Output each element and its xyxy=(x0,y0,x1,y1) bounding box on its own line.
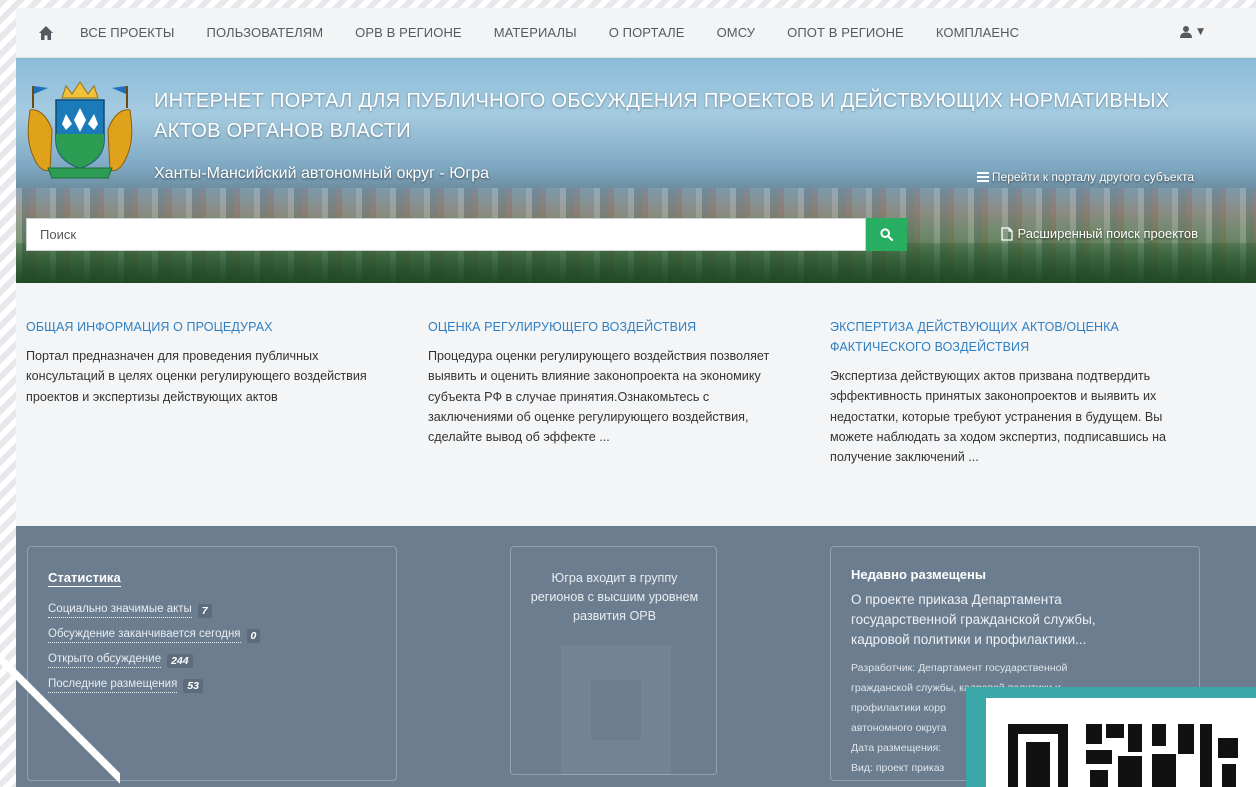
coat-of-arms-logo xyxy=(27,81,133,179)
nav-item-about[interactable]: О ПОРТАЛЕ xyxy=(609,25,685,40)
developer-line: Разработчик: Департамент государственной xyxy=(851,662,1068,674)
recent-project-link[interactable]: О проекте приказа Департамента государст… xyxy=(851,590,1151,650)
info-text-expertise: Экспертиза действующих актов призвана по… xyxy=(830,369,1167,465)
user-icon xyxy=(1180,26,1193,38)
home-icon[interactable] xyxy=(38,25,54,41)
qr-code-overlay xyxy=(966,687,1256,787)
orv-level-text: Югра входит в группу регионов с высшим у… xyxy=(530,571,699,623)
corner-decoration xyxy=(0,650,120,787)
stat-row-ending-today[interactable]: Обсуждение заканчивается сегодня 0 xyxy=(48,628,261,643)
portal-title: ИНТЕРНЕТ ПОРТАЛ ДЛЯ ПУБЛИЧНОГО ОБСУЖДЕНИ… xyxy=(154,90,1170,142)
stat-label: Социально значимые акты xyxy=(48,603,192,618)
advanced-search-label: Расширенный поиск проектов xyxy=(1017,226,1198,241)
info-text-orv: Процедура оценки регулирующего воздейств… xyxy=(428,349,770,445)
search-icon xyxy=(880,228,893,241)
recent-title: Недавно размещены xyxy=(851,567,986,582)
other-portal-link[interactable]: Перейти к порталу другого субъекта xyxy=(976,170,1194,184)
chevron-down-icon: ▼ xyxy=(1197,26,1204,37)
nav-item-materials[interactable]: МАТЕРИАЛЫ xyxy=(494,25,577,40)
nav-item-opot-region[interactable]: ОПОТ В РЕГИОНЕ xyxy=(787,25,904,40)
info-title-general[interactable]: ОБЩАЯ ИНФОРМАЦИЯ О ПРОЦЕДУРАХ xyxy=(26,317,386,337)
nav-item-orv-region[interactable]: ОРВ В РЕГИОНЕ xyxy=(355,25,462,40)
stat-count-badge: 7 xyxy=(197,603,212,618)
info-title-orv[interactable]: ОЦЕНКА РЕГУЛИРУЮЩЕГО ВОЗДЕЙСТВИЯ xyxy=(428,317,786,337)
info-column-orv: ОЦЕНКА РЕГУЛИРУЮЩЕГО ВОЗДЕЙСТВИЯ Процеду… xyxy=(428,317,786,447)
info-column-expertise: ЭКСПЕРТИЗА ДЕЙСТВУЮЩИХ АКТОВ/ОЦЕНКА ФАКТ… xyxy=(830,317,1185,467)
user-menu[interactable]: ▼ xyxy=(1180,25,1204,38)
search-input[interactable] xyxy=(26,218,866,251)
other-portal-label: Перейти к порталу другого субъекта xyxy=(991,170,1194,184)
stat-count-badge: 0 xyxy=(246,628,261,643)
info-text-general: Портал предназначен для проведения публи… xyxy=(26,349,367,404)
statistics-title: Статистика xyxy=(48,570,121,587)
advanced-search-link[interactable]: Расширенный поиск проектов xyxy=(1001,226,1198,241)
nav-item-users[interactable]: ПОЛЬЗОВАТЕЛЯМ xyxy=(207,25,324,40)
region-name: Ханты-Мансийский автономный округ - Югра xyxy=(154,165,490,182)
search-button[interactable] xyxy=(866,218,907,251)
top-navigation: ВСЕ ПРОЕКТЫ ПОЛЬЗОВАТЕЛЯМ ОРВ В РЕГИОНЕ … xyxy=(16,8,1256,58)
info-column-general: ОБЩАЯ ИНФОРМАЦИЯ О ПРОЦЕДУРАХ Портал пре… xyxy=(26,317,386,407)
info-title-expertise[interactable]: ЭКСПЕРТИЗА ДЕЙСТВУЮЩИХ АКТОВ/ОЦЕНКА ФАКТ… xyxy=(830,317,1185,357)
qr-code-icon xyxy=(986,698,1256,787)
nav-item-omsu[interactable]: ОМСУ xyxy=(717,25,756,40)
stat-count-badge: 244 xyxy=(167,653,193,668)
orv-level-panel[interactable]: Югра входит в группу регионов с высшим у… xyxy=(510,546,717,775)
orv-rating-watermark-icon xyxy=(561,645,671,775)
list-icon xyxy=(976,172,989,182)
info-section: ОБЩАЯ ИНФОРМАЦИЯ О ПРОЦЕДУРАХ Портал пре… xyxy=(16,283,1256,526)
nav-item-compliance[interactable]: КОМПЛАЕНС xyxy=(936,25,1019,40)
document-icon xyxy=(1001,226,1014,241)
stat-row-significant[interactable]: Социально значимые акты 7 xyxy=(48,603,260,618)
portal-page: ВСЕ ПРОЕКТЫ ПОЛЬЗОВАТЕЛЯМ ОРВ В РЕГИОНЕ … xyxy=(16,8,1256,787)
stat-label: Обсуждение заканчивается сегодня xyxy=(48,628,241,643)
stat-count-badge: 53 xyxy=(183,678,203,693)
hero-banner: ИНТЕРНЕТ ПОРТАЛ ДЛЯ ПУБЛИЧНОГО ОБСУЖДЕНИ… xyxy=(16,58,1256,283)
nav-item-all-projects[interactable]: ВСЕ ПРОЕКТЫ xyxy=(80,25,175,40)
